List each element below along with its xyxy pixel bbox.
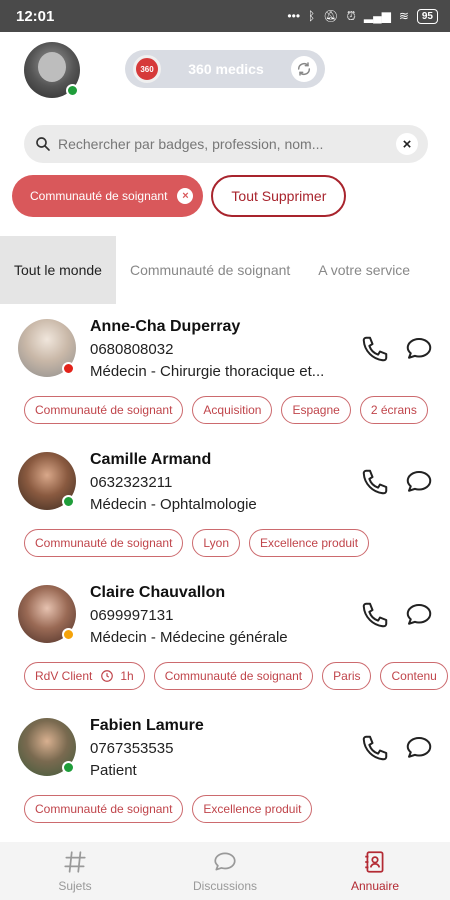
organization-switcher[interactable]: 360 360 medics xyxy=(125,50,325,88)
tag-badge[interactable]: Excellence produit xyxy=(192,795,313,823)
clear-all-filters-button[interactable]: Tout Supprimer xyxy=(211,175,347,217)
presence-indicator xyxy=(62,628,75,641)
phone-icon[interactable] xyxy=(360,467,390,497)
remove-filter-icon[interactable]: × xyxy=(177,188,194,204)
search-icon xyxy=(36,137,50,151)
message-icon[interactable] xyxy=(404,600,434,630)
rdv-tag-duration: 1h xyxy=(120,669,134,683)
filter-chip[interactable]: Communauté de soignant × xyxy=(12,175,204,217)
signal-icon: ▂▄▆ xyxy=(363,9,391,23)
contact-tags: RdV Client 1h Communauté de soignant Par… xyxy=(24,662,448,690)
contact-name: Camille Armand xyxy=(90,451,212,468)
alarm-icon: ⏰︎ xyxy=(346,8,356,23)
contact-tags: Communauté de soignant Lyon Excellence p… xyxy=(24,529,370,557)
nav-directory[interactable]: Annuaire xyxy=(300,842,450,900)
nav-discussions[interactable]: Discussions xyxy=(150,842,300,900)
phone-icon[interactable] xyxy=(360,334,390,364)
nav-discussions-label: Discussions xyxy=(192,879,258,893)
contacts-book-icon xyxy=(365,851,384,873)
my-presence-indicator xyxy=(66,84,79,97)
contact-row[interactable]: Fabien Lamure 0767353535 Patient Communa… xyxy=(0,703,450,836)
contact-row[interactable]: Anne-Cha Duperray 0680808032 Médecin - C… xyxy=(0,304,450,437)
contact-row[interactable]: Claire Chauvallon 0699997131 Médecin - M… xyxy=(0,570,450,703)
presence-indicator xyxy=(62,362,75,375)
contact-role: Médecin - Médecine générale xyxy=(90,629,288,646)
contact-name: Claire Chauvallon xyxy=(90,584,226,601)
tag-badge[interactable]: Espagne xyxy=(281,396,351,424)
nav-topics-label: Sujets xyxy=(58,879,92,893)
contact-role: Médecin - Ophtalmologie xyxy=(90,496,257,513)
wifi-icon: ≋ xyxy=(398,9,409,23)
message-icon[interactable] xyxy=(404,334,434,364)
presence-indicator xyxy=(62,761,75,774)
tag-badge[interactable]: Communauté de soignant xyxy=(24,396,184,424)
filter-chip-label: Communauté de soignant xyxy=(30,189,168,203)
tag-badge[interactable]: Communauté de soignant xyxy=(153,662,314,690)
tab-at-your-service[interactable]: A votre service xyxy=(304,236,410,304)
org-name: 360 medics xyxy=(188,61,264,77)
contact-list: Anne-Cha Duperray 0680808032 Médecin - C… xyxy=(0,304,450,836)
tag-badge[interactable]: Contenu xyxy=(380,662,448,690)
rdv-tag-label: RdV Client xyxy=(35,669,93,683)
search-bar[interactable]: × xyxy=(24,125,428,163)
message-icon[interactable] xyxy=(404,733,434,763)
hash-icon xyxy=(64,851,86,873)
header: 360 360 medics xyxy=(0,32,450,112)
contact-phone: 0767353535 xyxy=(90,740,174,757)
presence-indicator xyxy=(62,495,75,508)
contact-name: Anne-Cha Duperray xyxy=(90,318,241,335)
contact-role: Médecin - Chirurgie thoracique et... xyxy=(90,363,325,380)
more-icon: ••• xyxy=(287,9,301,23)
status-time: 12:01 xyxy=(16,7,55,25)
tag-badge[interactable]: Communauté de soignant xyxy=(24,529,184,557)
message-icon[interactable] xyxy=(404,467,434,497)
battery-icon: 95 xyxy=(416,8,438,24)
phone-icon[interactable] xyxy=(360,600,390,630)
active-filters: Communauté de soignant × Tout Supprimer xyxy=(12,175,347,217)
tag-badge[interactable]: Paris xyxy=(322,662,372,690)
clear-search-icon[interactable]: × xyxy=(396,133,418,155)
contact-name: Fabien Lamure xyxy=(90,717,204,734)
tab-everyone[interactable]: Tout le monde xyxy=(0,236,116,304)
refresh-icon[interactable] xyxy=(291,56,317,82)
phone-icon[interactable] xyxy=(360,733,390,763)
tag-badge[interactable]: Acquisition xyxy=(192,396,273,424)
tab-care-community[interactable]: Communauté de soignant xyxy=(116,236,304,304)
contact-row[interactable]: Camille Armand 0632323211 Médecin - Opht… xyxy=(0,437,450,570)
tag-badge[interactable]: Lyon xyxy=(192,529,240,557)
rdv-tag[interactable]: RdV Client 1h xyxy=(24,662,145,690)
chat-bubble-icon xyxy=(214,852,236,871)
mute-icon: 🔕︎ xyxy=(323,9,339,23)
tag-badge[interactable]: Excellence produit xyxy=(249,529,370,557)
tag-badge[interactable]: Communauté de soignant xyxy=(24,795,184,823)
nav-topics[interactable]: Sujets xyxy=(0,842,150,900)
bottom-navigation: Sujets Discussions Annuaire xyxy=(0,842,450,900)
contact-tags: Communauté de soignant Excellence produi… xyxy=(24,795,313,823)
bluetooth-icon: ᛒ xyxy=(308,9,316,23)
status-bar: 12:01 ••• ᛒ 🔕︎ ⏰︎ ▂▄▆ ≋ 95 xyxy=(0,0,450,32)
tag-badge[interactable]: 2 écrans xyxy=(359,396,428,424)
contact-tags: Communauté de soignant Acquisition Espag… xyxy=(24,396,428,424)
contact-phone: 0632323211 xyxy=(90,474,173,491)
nav-directory-label: Annuaire xyxy=(350,879,400,893)
clock-icon xyxy=(101,670,114,682)
directory-tabs: Tout le monde Communauté de soignant A v… xyxy=(0,236,450,304)
org-logo: 360 xyxy=(133,55,161,83)
contact-role: Patient xyxy=(90,762,137,779)
search-input[interactable] xyxy=(58,136,396,152)
contact-phone: 0680808032 xyxy=(90,341,174,358)
contact-phone: 0699997131 xyxy=(90,607,174,624)
